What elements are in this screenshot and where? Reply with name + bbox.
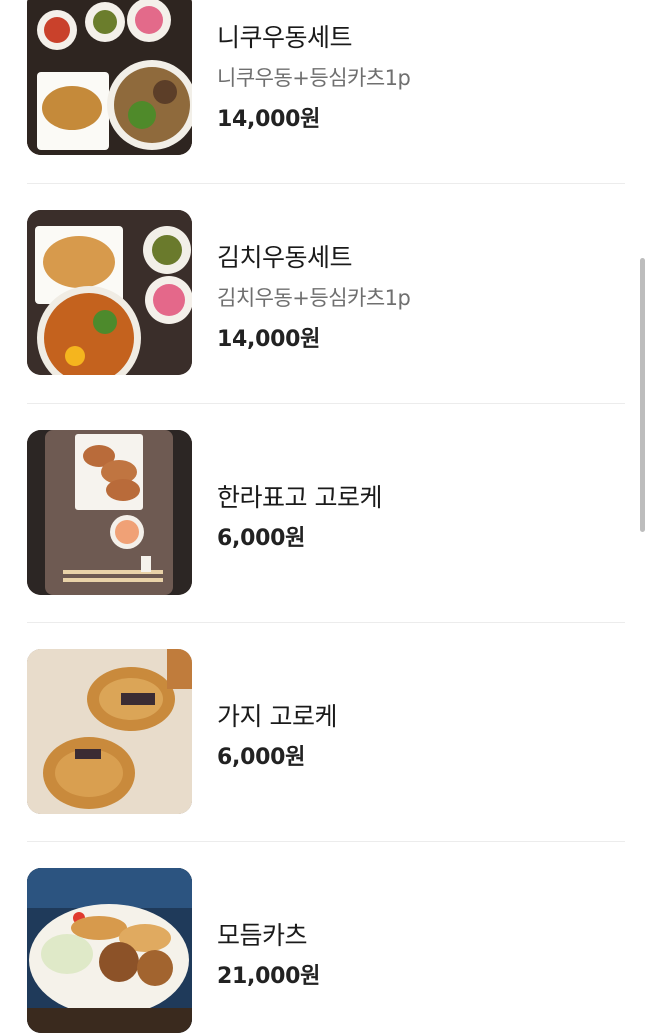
menu-item-description: 김치우동+등심카츠1p [217, 286, 411, 310]
menu-item-name: 니쿠우동세트 [217, 23, 353, 52]
menu-item-assorted-katsu[interactable]: 모듬카츠 21,000원 [0, 842, 650, 1033]
menu-item-niku-udon-set[interactable]: 니쿠우동세트 니쿠우동+등심카츠1p 14,000원 [0, 0, 650, 183]
menu-item-image[interactable] [27, 868, 192, 1033]
menu-item-shiitake-croquette[interactable]: 한라표고 고로케 6,000원 [0, 404, 650, 622]
menu-item-image[interactable] [27, 210, 192, 375]
menu-item-price: 14,000원 [217, 327, 321, 352]
menu-item-name: 가지 고로케 [217, 702, 337, 731]
menu-item-name: 모듬카츠 [217, 921, 308, 950]
menu-item-image[interactable] [27, 430, 192, 595]
menu-item-eggplant-croquette[interactable]: 가지 고로케 6,000원 [0, 623, 650, 841]
menu-item-image[interactable] [27, 0, 192, 155]
menu-item-kimchi-udon-set[interactable]: 김치우동세트 김치우동+등심카츠1p 14,000원 [0, 184, 650, 403]
menu-item-name: 한라표고 고로케 [217, 483, 382, 512]
menu-item-price: 6,000원 [217, 745, 306, 770]
menu-item-price: 6,000원 [217, 526, 306, 551]
menu-item-name: 김치우동세트 [217, 243, 353, 272]
menu-item-image[interactable] [27, 649, 192, 814]
menu-item-price: 21,000원 [217, 964, 321, 989]
scrollbar[interactable] [640, 258, 645, 532]
menu-item-price: 14,000원 [217, 107, 321, 132]
menu-item-description: 니쿠우동+등심카츠1p [217, 66, 411, 90]
menu-list: 니쿠우동세트 니쿠우동+등심카츠1p 14,000원 김치우동세트 김치우동+등… [0, 0, 650, 1033]
